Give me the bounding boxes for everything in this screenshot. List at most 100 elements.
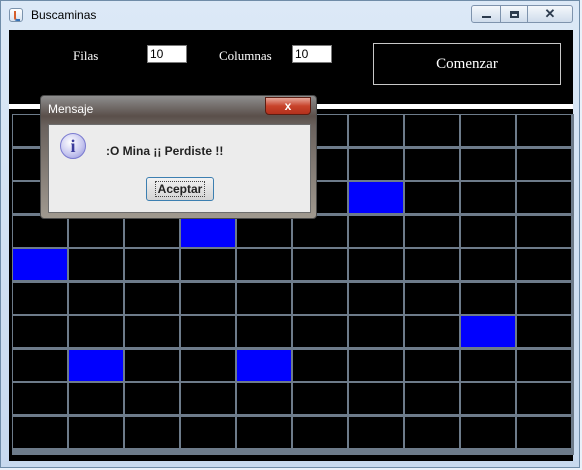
grid-cell[interactable]: [517, 383, 571, 414]
grid-cell[interactable]: [349, 282, 403, 314]
grid-cell[interactable]: [293, 349, 347, 381]
grid-cell[interactable]: [13, 383, 67, 414]
grid-cell[interactable]: [293, 383, 347, 414]
grid-cell[interactable]: [237, 316, 291, 347]
minimize-icon: [481, 16, 491, 18]
rows-input[interactable]: 10: [147, 45, 187, 63]
grid-cell[interactable]: [13, 416, 67, 448]
grid-cell[interactable]: [405, 282, 459, 314]
rows-label: Filas: [73, 48, 99, 63]
grid-cell[interactable]: [69, 349, 123, 381]
grid-cell[interactable]: [461, 383, 515, 414]
grid-cell[interactable]: [293, 416, 347, 448]
grid-cell[interactable]: [125, 349, 179, 381]
dialog-title: Mensaje: [48, 102, 94, 116]
grid-cell[interactable]: [461, 349, 515, 381]
grid-cell[interactable]: [181, 316, 235, 347]
grid-cell[interactable]: [13, 215, 67, 247]
grid-cell[interactable]: [517, 182, 571, 213]
grid-cell[interactable]: [237, 383, 291, 414]
grid-cell[interactable]: [461, 182, 515, 213]
grid-cell[interactable]: [181, 282, 235, 314]
grid-cell[interactable]: [517, 416, 571, 448]
grid-cell[interactable]: [237, 249, 291, 280]
grid-cell[interactable]: [349, 215, 403, 247]
grid-cell[interactable]: [13, 349, 67, 381]
maximize-icon: [509, 10, 519, 18]
grid-cell[interactable]: [69, 282, 123, 314]
grid-cell[interactable]: [405, 215, 459, 247]
grid-cell[interactable]: [517, 115, 571, 146]
grid-cell[interactable]: [461, 215, 515, 247]
grid-cell[interactable]: [405, 148, 459, 180]
grid-cell[interactable]: [349, 115, 403, 146]
grid-cell[interactable]: [237, 416, 291, 448]
grid-cell[interactable]: [293, 316, 347, 347]
close-button[interactable]: ✕: [527, 5, 573, 23]
dialog-close-button[interactable]: x: [265, 97, 311, 115]
grid-cell[interactable]: [293, 249, 347, 280]
start-button[interactable]: Comenzar: [373, 43, 561, 85]
grid-cell[interactable]: [181, 349, 235, 381]
grid-cell[interactable]: [181, 416, 235, 448]
grid-cell[interactable]: [405, 349, 459, 381]
grid-cell[interactable]: [517, 249, 571, 280]
grid-cell[interactable]: [181, 249, 235, 280]
grid-cell[interactable]: [517, 282, 571, 314]
grid-cell[interactable]: [293, 215, 347, 247]
grid-cell[interactable]: [517, 349, 571, 381]
grid-cell[interactable]: [405, 249, 459, 280]
grid-cell[interactable]: [517, 215, 571, 247]
grid-cell[interactable]: [237, 282, 291, 314]
grid-cell[interactable]: [349, 416, 403, 448]
dialog-body: i :O Mina ¡¡ Perdiste !! Aceptar: [48, 124, 311, 213]
grid-cell[interactable]: [125, 282, 179, 314]
grid-cell[interactable]: [405, 316, 459, 347]
grid-cell[interactable]: [125, 416, 179, 448]
grid-cell[interactable]: [349, 148, 403, 180]
grid-cell[interactable]: [461, 282, 515, 314]
information-icon: i: [60, 133, 86, 159]
grid-cell[interactable]: [181, 383, 235, 414]
grid-cell[interactable]: [461, 148, 515, 180]
grid-cell[interactable]: [13, 249, 67, 280]
grid-cell[interactable]: [237, 349, 291, 381]
maximize-button[interactable]: [500, 5, 528, 23]
message-dialog: Mensaje x i :O Mina ¡¡ Perdiste !! Acept…: [40, 95, 317, 219]
window-title: Buscaminas: [31, 8, 97, 22]
accept-button[interactable]: Aceptar: [146, 177, 214, 201]
grid-cell[interactable]: [405, 416, 459, 448]
grid-cell[interactable]: [125, 316, 179, 347]
columns-input[interactable]: 10: [292, 45, 332, 63]
grid-cell[interactable]: [69, 416, 123, 448]
grid-cell[interactable]: [125, 249, 179, 280]
grid-cell[interactable]: [405, 115, 459, 146]
grid-cell[interactable]: [69, 316, 123, 347]
grid-cell[interactable]: [349, 316, 403, 347]
grid-cell[interactable]: [461, 316, 515, 347]
grid-cell[interactable]: [13, 316, 67, 347]
grid-cell[interactable]: [461, 115, 515, 146]
grid-cell[interactable]: [461, 249, 515, 280]
grid-cell[interactable]: [69, 249, 123, 280]
grid-cell[interactable]: [13, 282, 67, 314]
title-bar: Buscaminas ✕: [1, 1, 579, 29]
grid-cell[interactable]: [349, 182, 403, 213]
grid-cell[interactable]: [125, 383, 179, 414]
grid-cell[interactable]: [69, 215, 123, 247]
grid-cell[interactable]: [517, 316, 571, 347]
grid-cell[interactable]: [349, 249, 403, 280]
grid-cell[interactable]: [293, 282, 347, 314]
grid-cell[interactable]: [125, 215, 179, 247]
grid-cell[interactable]: [349, 383, 403, 414]
grid-cell[interactable]: [237, 215, 291, 247]
grid-cell[interactable]: [349, 349, 403, 381]
close-icon: x: [284, 99, 292, 113]
grid-cell[interactable]: [405, 383, 459, 414]
grid-cell[interactable]: [405, 182, 459, 213]
grid-cell[interactable]: [181, 215, 235, 247]
grid-cell[interactable]: [517, 148, 571, 180]
grid-cell[interactable]: [461, 416, 515, 448]
grid-cell[interactable]: [69, 383, 123, 414]
minimize-button[interactable]: [471, 5, 501, 23]
